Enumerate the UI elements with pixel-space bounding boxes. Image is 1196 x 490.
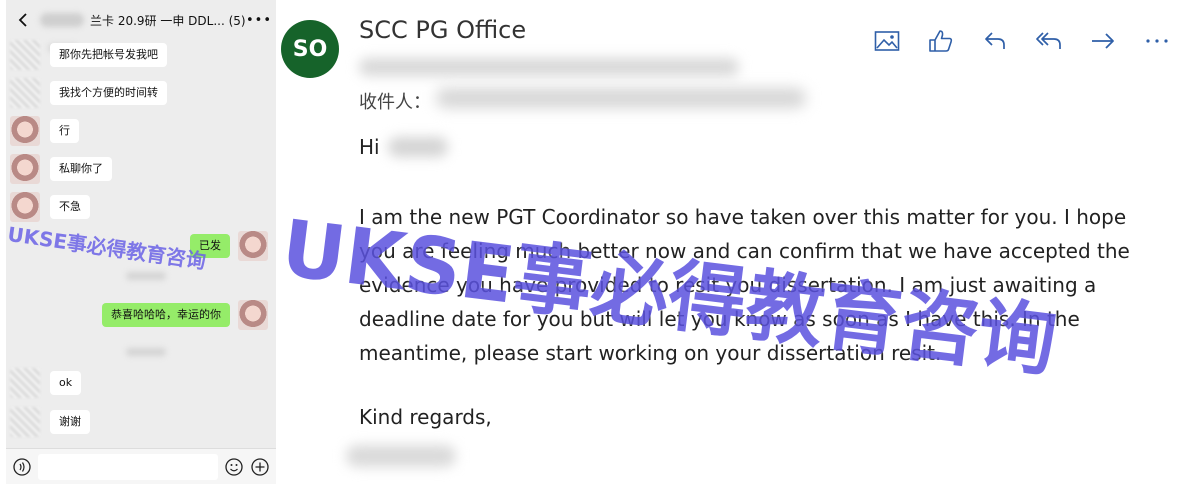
message-bubble: ok	[50, 371, 82, 395]
chat-message: 私聊你了	[10, 154, 112, 184]
message-bubble: 恭喜哈哈哈，幸运的你	[102, 303, 230, 327]
recipient-label: 收件人：	[359, 92, 431, 113]
more-icon[interactable]	[1140, 26, 1174, 56]
redacted-recipient	[436, 88, 806, 108]
more-options-icon[interactable]: •••	[246, 13, 271, 28]
chat-message: 那你先把帐号发我吧	[10, 40, 167, 70]
emoji-icon[interactable]	[224, 457, 244, 477]
reply-icon[interactable]	[978, 26, 1012, 56]
avatar	[10, 78, 40, 108]
chat-message: 行	[10, 116, 79, 146]
back-arrow-icon[interactable]	[16, 12, 32, 28]
plus-icon[interactable]	[250, 457, 270, 477]
chat-title: 兰卡 20.9研 一申 DDL... (5)	[90, 13, 246, 28]
avatar	[10, 116, 40, 146]
avatar	[10, 192, 40, 222]
message-bubble: 行	[50, 119, 79, 143]
voice-icon[interactable]	[12, 457, 32, 477]
screenshot-composite: 兰卡 20.9研 一申 DDL... (5) ••• 那你先把帐号发我吧 我找个…	[0, 0, 1196, 490]
email-toolbar	[870, 26, 1174, 56]
avatar	[10, 407, 40, 437]
sender-name: SCC PG Office	[359, 16, 527, 44]
chat-message: 谢谢	[10, 407, 90, 437]
avatar	[238, 300, 268, 330]
sender-avatar: SO	[281, 20, 339, 78]
chat-input-bar	[6, 448, 276, 484]
message-bubble: 谢谢	[50, 410, 90, 434]
thumbs-up-icon[interactable]	[924, 26, 958, 56]
redacted-signature	[346, 445, 456, 467]
chat-message: 我找个方便的时间转	[10, 78, 167, 108]
redacted-time	[126, 348, 166, 356]
message-bubble: 私聊你了	[50, 157, 112, 181]
image-icon[interactable]	[870, 26, 904, 56]
avatar	[10, 368, 40, 398]
avatar	[10, 40, 40, 70]
email-greeting: Hi	[359, 135, 380, 159]
chat-header: 兰卡 20.9研 一申 DDL... (5) •••	[6, 0, 276, 40]
email-signoff: Kind regards,	[359, 405, 492, 429]
redacted-sender-address	[359, 58, 739, 76]
message-bubble: 我找个方便的时间转	[50, 81, 167, 105]
message-input[interactable]	[38, 453, 218, 480]
message-bubble: 那你先把帐号发我吧	[50, 43, 167, 67]
redacted-recipient-name	[388, 137, 448, 157]
chat-panel: 兰卡 20.9研 一申 DDL... (5) ••• 那你先把帐号发我吧 我找个…	[6, 0, 276, 484]
redacted-time	[126, 272, 166, 280]
avatar	[10, 154, 40, 184]
redacted-group-prefix	[40, 13, 84, 27]
chat-message-outgoing: 恭喜哈哈哈，幸运的你	[102, 300, 268, 330]
chat-message: ok	[10, 368, 82, 398]
chat-message: 不急	[10, 192, 90, 222]
forward-icon[interactable]	[1086, 26, 1120, 56]
message-bubble: 不急	[50, 195, 90, 219]
reply-all-icon[interactable]	[1032, 26, 1066, 56]
